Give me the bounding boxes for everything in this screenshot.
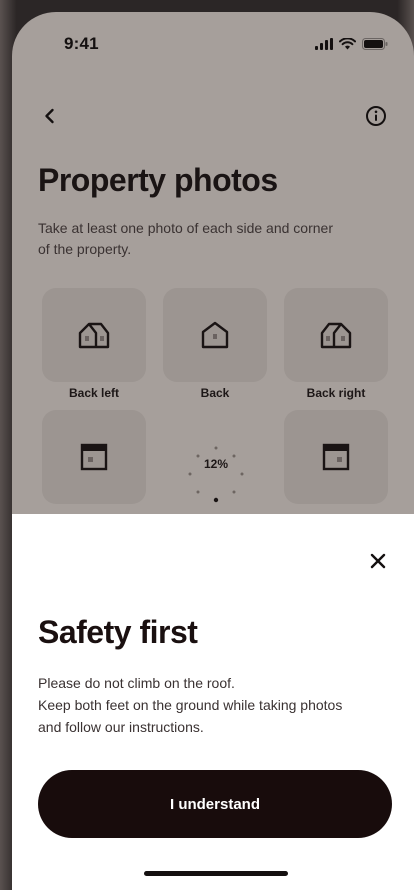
safety-bottom-sheet: Safety first Please do not climb on the … (12, 514, 414, 890)
page-title: Property photos (38, 162, 278, 198)
chevron-left-icon[interactable] (38, 104, 62, 128)
photo-tile-label: Back right (306, 386, 366, 400)
wifi-icon (339, 38, 356, 50)
house-corner-icon (78, 322, 110, 349)
status-time: 9:41 (64, 34, 99, 53)
wall-icon (322, 443, 350, 471)
photo-tile-right[interactable] (284, 410, 388, 504)
upload-progress-ring (188, 446, 244, 503)
sheet-message-line: and follow our instructions. (38, 719, 204, 735)
status-icons (315, 38, 388, 50)
progress-dot (214, 446, 218, 450)
progress-dot (196, 490, 200, 494)
cellular-signal-icon (315, 38, 333, 50)
progress-dot-active (213, 497, 219, 503)
battery-icon (362, 38, 388, 50)
phone-screen: 9:41 Property photos Take at least one p… (12, 12, 414, 890)
wall-icon (80, 443, 108, 471)
house-side-icon (201, 321, 229, 349)
sheet-message-line: Please do not climb on the roof. (38, 675, 235, 691)
sheet-title: Safety first (38, 614, 198, 650)
photo-tile-back-right[interactable] (284, 288, 388, 382)
sheet-message: Please do not climb on the roof. Keep bo… (38, 672, 378, 738)
house-corner-icon (320, 322, 352, 349)
photo-tile-left[interactable] (42, 410, 146, 504)
home-indicator (144, 871, 288, 876)
photo-tile-back[interactable] (163, 288, 267, 382)
sheet-message-line: Keep both feet on the ground while takin… (38, 697, 343, 713)
close-icon[interactable] (368, 551, 388, 571)
page-subtitle: Take at least one photo of each side and… (38, 220, 333, 257)
info-icon[interactable] (364, 104, 388, 128)
progress-dot (240, 472, 244, 476)
progress-percent: 12% (203, 457, 229, 471)
progress-dot (188, 472, 192, 476)
i-understand-button[interactable]: I understand (38, 770, 392, 838)
photo-tile-label: Back left (68, 386, 120, 400)
status-bar: 9:41 (12, 12, 414, 72)
photo-tile-back-left[interactable] (42, 288, 146, 382)
photo-tile-label: Back (200, 386, 230, 400)
progress-dot (232, 490, 236, 494)
